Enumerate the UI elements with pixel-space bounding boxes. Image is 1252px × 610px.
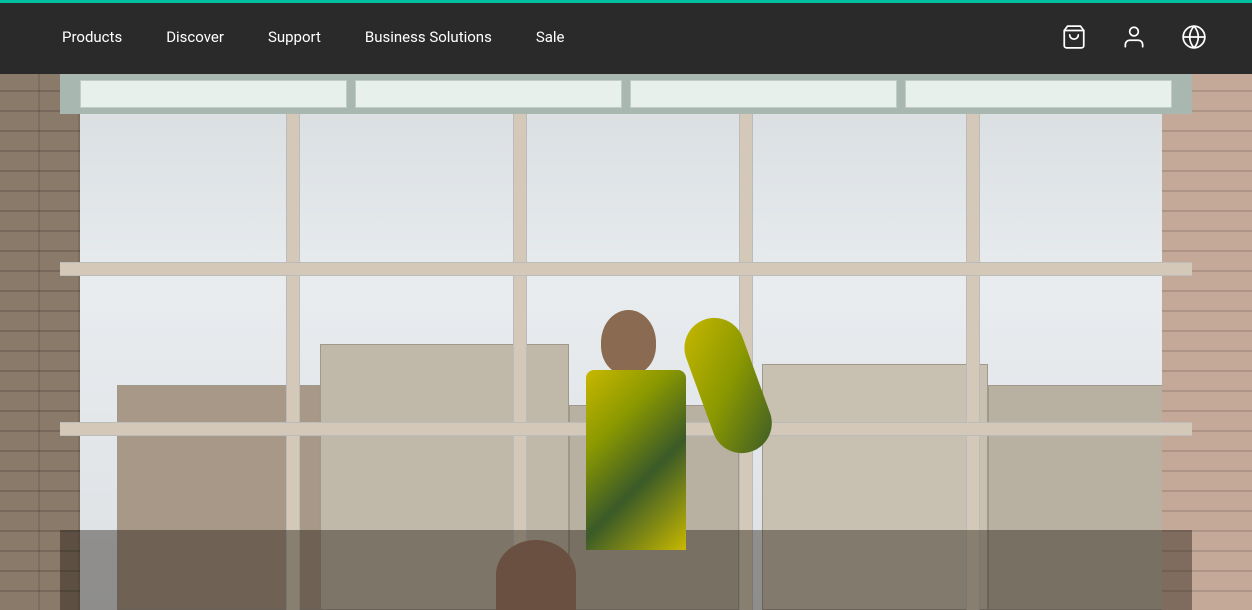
ceiling-light-bar	[60, 74, 1192, 114]
user-svg	[1121, 24, 1147, 50]
light-1	[80, 80, 347, 108]
globe-icon[interactable]	[1176, 19, 1212, 55]
nav-left: Products Discover Support Business Solut…	[40, 0, 587, 74]
nav-item-support[interactable]: Support	[246, 0, 343, 74]
light-2	[355, 80, 622, 108]
navbar: Products Discover Support Business Solut…	[0, 0, 1252, 74]
person-figure	[526, 190, 826, 610]
nav-item-business-solutions[interactable]: Business Solutions	[343, 0, 514, 74]
light-4	[905, 80, 1172, 108]
nav-item-products[interactable]: Products	[40, 0, 144, 74]
nav-item-sale[interactable]: Sale	[514, 0, 587, 74]
cart-icon[interactable]	[1056, 19, 1092, 55]
hero-scene	[0, 0, 1252, 610]
nav-right	[1056, 19, 1212, 55]
user-icon[interactable]	[1116, 19, 1152, 55]
person-body	[576, 270, 736, 550]
person-head	[601, 310, 656, 375]
accent-bar	[0, 0, 1252, 3]
person-torso	[586, 370, 686, 550]
hero-section	[0, 0, 1252, 610]
cart-svg	[1061, 24, 1087, 50]
person-arm	[676, 309, 780, 461]
nav-item-discover[interactable]: Discover	[144, 0, 246, 74]
globe-svg	[1181, 24, 1207, 50]
light-3	[630, 80, 897, 108]
second-person-head	[496, 540, 576, 610]
